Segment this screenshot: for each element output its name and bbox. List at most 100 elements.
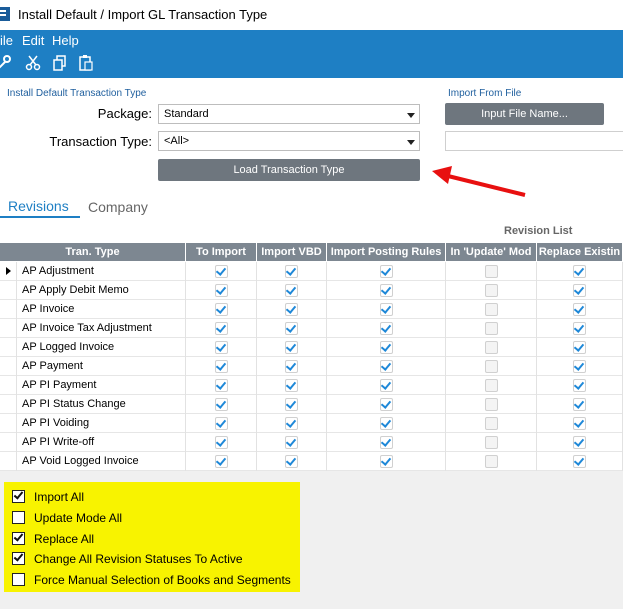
table-row[interactable]: AP Invoice Tax Adjustment <box>0 319 623 338</box>
row-selector[interactable] <box>0 452 17 471</box>
package-combo[interactable]: Standard <box>158 104 420 124</box>
to-import-checkbox[interactable] <box>215 360 228 373</box>
update-checkbox[interactable] <box>485 455 498 468</box>
tran-type-cell[interactable]: AP PI Status Change <box>18 395 186 414</box>
replace-checkbox[interactable] <box>573 436 586 449</box>
to-import-checkbox[interactable] <box>215 417 228 430</box>
replace-checkbox[interactable] <box>573 398 586 411</box>
update-checkbox[interactable] <box>485 417 498 430</box>
vbd-checkbox[interactable] <box>285 436 298 449</box>
menu-edit[interactable]: Edit <box>22 33 44 48</box>
to-import-checkbox[interactable] <box>215 379 228 392</box>
posting-checkbox[interactable] <box>380 303 393 316</box>
checkbox[interactable] <box>12 551 25 566</box>
row-selector[interactable] <box>0 376 17 395</box>
update-checkbox[interactable] <box>485 341 498 354</box>
posting-checkbox[interactable] <box>380 436 393 449</box>
vbd-checkbox[interactable] <box>285 398 298 411</box>
to-import-checkbox[interactable] <box>215 341 228 354</box>
update-checkbox[interactable] <box>485 360 498 373</box>
replace-checkbox[interactable] <box>573 322 586 335</box>
scissors-icon[interactable] <box>24 54 42 72</box>
load-transaction-type-button[interactable]: Load Transaction Type <box>158 159 420 181</box>
table-row[interactable]: AP Logged Invoice <box>0 338 623 357</box>
tran-type-cell[interactable]: AP Payment <box>18 357 186 376</box>
replace-checkbox[interactable] <box>573 284 586 297</box>
to-import-checkbox[interactable] <box>215 322 228 335</box>
posting-checkbox[interactable] <box>380 265 393 278</box>
table-row[interactable]: AP Apply Debit Memo <box>0 281 623 300</box>
option-checkbox[interactable]: Change All Revision Statuses To Active <box>12 551 300 568</box>
option-checkbox[interactable]: Force Manual Selection of Books and Segm… <box>12 573 300 589</box>
posting-checkbox[interactable] <box>380 322 393 335</box>
posting-checkbox[interactable] <box>380 417 393 430</box>
tran-type-cell[interactable]: AP Invoice <box>18 300 186 319</box>
option-checkbox[interactable]: Import All <box>12 489 300 506</box>
vbd-checkbox[interactable] <box>285 303 298 316</box>
vbd-checkbox[interactable] <box>285 265 298 278</box>
posting-checkbox[interactable] <box>380 379 393 392</box>
copy-icon[interactable] <box>51 54 69 72</box>
tran-type-cell[interactable]: AP PI Payment <box>18 376 186 395</box>
replace-checkbox[interactable] <box>573 455 586 468</box>
to-import-checkbox[interactable] <box>215 455 228 468</box>
tran-type-cell[interactable]: AP PI Write-off <box>18 433 186 452</box>
vbd-checkbox[interactable] <box>285 455 298 468</box>
tab-company[interactable]: Company <box>88 199 148 215</box>
paste-icon[interactable] <box>77 54 95 72</box>
update-checkbox[interactable] <box>485 303 498 316</box>
column-header-import-posting-rules[interactable]: Import Posting Rules <box>327 243 446 261</box>
row-selector[interactable] <box>0 262 17 281</box>
posting-checkbox[interactable] <box>380 455 393 468</box>
vbd-checkbox[interactable] <box>285 322 298 335</box>
row-selector[interactable] <box>0 338 17 357</box>
row-selector[interactable] <box>0 395 17 414</box>
table-row[interactable]: AP PI Status Change <box>0 395 623 414</box>
row-selector[interactable] <box>0 319 17 338</box>
table-row[interactable]: AP PI Voiding <box>0 414 623 433</box>
vbd-checkbox[interactable] <box>285 417 298 430</box>
table-row[interactable]: AP Void Logged Invoice <box>0 452 623 471</box>
wrench-icon[interactable] <box>0 54 12 72</box>
column-header-to-import[interactable]: To Import <box>186 243 257 261</box>
posting-checkbox[interactable] <box>380 341 393 354</box>
posting-checkbox[interactable] <box>380 398 393 411</box>
column-header-replace-existing[interactable]: Replace Existin <box>537 243 623 261</box>
replace-checkbox[interactable] <box>573 379 586 392</box>
tran-type-cell[interactable]: AP Invoice Tax Adjustment <box>18 319 186 338</box>
replace-checkbox[interactable] <box>573 341 586 354</box>
to-import-checkbox[interactable] <box>215 303 228 316</box>
vbd-checkbox[interactable] <box>285 360 298 373</box>
transaction-type-combo[interactable]: <All> <box>158 131 420 151</box>
update-checkbox[interactable] <box>485 265 498 278</box>
column-header-import-vbd[interactable]: Import VBD <box>257 243 327 261</box>
option-checkbox[interactable]: Update Mode All <box>12 510 300 527</box>
to-import-checkbox[interactable] <box>215 265 228 278</box>
input-file-name-button[interactable]: Input File Name... <box>445 103 604 125</box>
menu-help[interactable]: Help <box>52 33 79 48</box>
checkbox[interactable] <box>12 489 25 503</box>
to-import-checkbox[interactable] <box>215 284 228 297</box>
checkbox[interactable] <box>12 531 25 545</box>
row-selector[interactable] <box>0 433 17 452</box>
to-import-checkbox[interactable] <box>215 436 228 449</box>
tab-revisions[interactable]: Revisions <box>8 198 69 214</box>
replace-checkbox[interactable] <box>573 417 586 430</box>
tran-type-cell[interactable]: AP Void Logged Invoice <box>18 452 186 471</box>
update-checkbox[interactable] <box>485 322 498 335</box>
tran-type-cell[interactable]: AP PI Voiding <box>18 414 186 433</box>
update-checkbox[interactable] <box>485 398 498 411</box>
posting-checkbox[interactable] <box>380 360 393 373</box>
posting-checkbox[interactable] <box>380 284 393 297</box>
checkbox[interactable] <box>12 510 25 524</box>
option-checkbox[interactable]: Replace All <box>12 531 300 548</box>
replace-checkbox[interactable] <box>573 265 586 278</box>
table-row[interactable]: AP Payment <box>0 357 623 376</box>
update-checkbox[interactable] <box>485 379 498 392</box>
table-row[interactable]: AP Adjustment <box>0 262 623 281</box>
row-selector[interactable] <box>0 281 17 300</box>
tran-type-cell[interactable]: AP Logged Invoice <box>18 338 186 357</box>
table-row[interactable]: AP PI Write-off <box>0 433 623 452</box>
tran-type-cell[interactable]: AP Apply Debit Memo <box>18 281 186 300</box>
chevron-down-icon[interactable] <box>407 113 415 118</box>
